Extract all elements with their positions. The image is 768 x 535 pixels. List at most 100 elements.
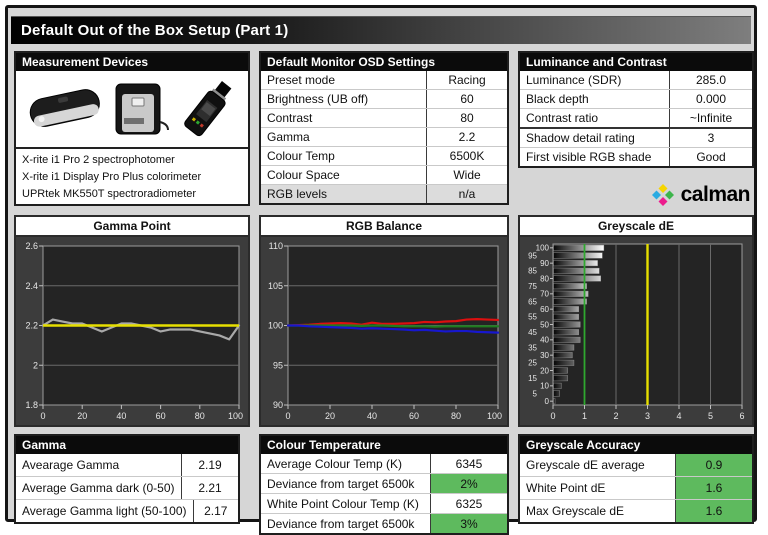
spectroradiometer-image [184, 81, 232, 137]
svg-text:10: 10 [540, 382, 549, 391]
svg-text:6: 6 [739, 411, 744, 421]
row-value: 80 [426, 109, 507, 127]
svg-text:2.4: 2.4 [25, 281, 38, 291]
svg-text:0: 0 [285, 411, 290, 421]
row-value: 1.6 [675, 500, 752, 522]
panel-measurement-devices: Measurement Devices X-rite i1 Pro 2 spec… [14, 51, 250, 206]
colorimeter-image [115, 83, 169, 135]
svg-text:60: 60 [409, 411, 419, 421]
svg-text:65: 65 [528, 297, 537, 306]
row-label: Luminance (SDR) [526, 73, 622, 87]
row-label: Shadow detail rating [526, 131, 635, 145]
chart-title-rgb: RGB Balance [261, 217, 507, 237]
table-row: White Point Colour Temp (K) 6325 [261, 493, 507, 513]
svg-text:5: 5 [708, 411, 713, 421]
row-value: 0.9 [675, 454, 752, 476]
svg-text:55: 55 [528, 313, 537, 322]
chart-plot-rgb: 90 95 100 105 110 0 20 40 60 80 100 [261, 237, 507, 425]
svg-text:40: 40 [540, 336, 549, 345]
page-title: Default Out of the Box Setup (Part 1) [11, 16, 751, 44]
panel-header-gamma: Gamma [16, 436, 238, 454]
table-row: Deviance from target 6500k 3% [261, 513, 507, 533]
chart-greyscale-de: Greyscale dE 0 1 2 3 4 5 6 0 5 10 15 20 25 30 35 40 45 50… [518, 215, 754, 427]
table-row: Colour Space Wide [261, 165, 507, 184]
svg-text:95: 95 [528, 251, 537, 260]
svg-text:15: 15 [528, 374, 537, 383]
row-value: 2.17 [192, 500, 238, 522]
panel-greyscale-accuracy: Greyscale Accuracy Greyscale dE average 0… [518, 434, 754, 524]
device-photos [16, 71, 248, 147]
row-value: Racing [426, 71, 507, 89]
chart-gamma-point: Gamma Point 1.8 2 2.2 2.4 2.6 0 20 40 60 80 100 [14, 215, 250, 427]
svg-text:25: 25 [528, 359, 537, 368]
calman-logo-text: calman [680, 183, 751, 206]
row-label: Contrast ratio [526, 111, 599, 125]
row-value: 2% [430, 474, 507, 493]
row-label: Max Greyscale dE [526, 504, 625, 518]
table-row: Luminance (SDR) 285.0 [520, 71, 752, 89]
top-row: Measurement Devices X-rite i1 Pro 2 spec… [14, 51, 754, 208]
svg-text:100: 100 [536, 244, 550, 253]
row-label: First visible RGB shade [526, 150, 652, 164]
svg-text:90: 90 [273, 400, 283, 410]
table-row: First visible RGB shade Good [520, 147, 752, 166]
svg-text:35: 35 [528, 343, 537, 352]
device-list-item: UPRtek MK550T spectroradiometer [22, 187, 197, 200]
svg-text:3: 3 [645, 411, 650, 421]
row-label: Colour Space [267, 168, 340, 182]
panel-gamma-summary: Gamma Avearage Gamma 2.19 Average Gamma da… [14, 434, 240, 524]
row-label: Gamma [267, 130, 310, 144]
svg-text:1: 1 [582, 411, 587, 421]
spectrophotometer-image [29, 89, 100, 127]
table-row: Average Gamma dark (0-50) 2.21 [16, 476, 238, 499]
row-value: 285.0 [669, 71, 752, 89]
row-value: ~Infinite [669, 109, 752, 127]
svg-text:2.6: 2.6 [25, 241, 38, 251]
device-list-item: X-rite i1 Pro 2 spectrophotomer [22, 153, 175, 166]
svg-text:0: 0 [40, 411, 45, 421]
chart-plot-gamma: 1.8 2 2.2 2.4 2.6 0 20 40 60 80 100 [16, 237, 248, 425]
svg-text:110: 110 [269, 241, 283, 251]
bottom-row: Gamma Avearage Gamma 2.19 Average Gamma da… [14, 434, 754, 535]
svg-text:5: 5 [533, 389, 538, 398]
panel-luminance-contrast: Luminance and Contrast Luminance (SDR) 28… [518, 51, 754, 168]
luminance-column: Luminance and Contrast Luminance (SDR) 28… [518, 51, 754, 208]
panel-header-luminance: Luminance and Contrast [520, 53, 752, 71]
svg-text:50: 50 [540, 320, 549, 329]
device-list-item: X-rite i1 Display Pro Plus colorimeter [22, 170, 202, 183]
row-label: Deviance from target 6500k [267, 516, 415, 531]
chart-rgb-balance: RGB Balance 90 95 100 105 110 0 20 40 60 80 100 [259, 215, 509, 427]
row-value: 3% [430, 514, 507, 533]
row-label: RGB levels [267, 187, 328, 201]
svg-text:100: 100 [268, 321, 283, 331]
chart-title-greyscale: Greyscale dE [520, 217, 752, 237]
svg-text:30: 30 [540, 351, 549, 360]
row-label: White Point Colour Temp (K) [267, 496, 419, 511]
svg-text:0: 0 [545, 397, 550, 406]
row-value: 3 [669, 129, 752, 147]
table-row: Greyscale dE average 0.9 [520, 454, 752, 476]
row-value: Good [669, 148, 752, 166]
svg-text:70: 70 [540, 290, 549, 299]
row-value: 6325 [430, 494, 507, 513]
row-value: 0.000 [669, 90, 752, 108]
row-label: Colour Temp [267, 149, 335, 163]
svg-text:40: 40 [367, 411, 377, 421]
panel-header-devices: Measurement Devices [16, 53, 248, 71]
svg-text:2: 2 [33, 360, 38, 370]
table-row: White Point dE 1.6 [520, 476, 752, 499]
svg-text:1.8: 1.8 [25, 400, 38, 410]
row-value: 6500K [426, 147, 507, 165]
svg-text:20: 20 [77, 411, 87, 421]
svg-text:0: 0 [550, 411, 555, 421]
row-label: Average Gamma dark (0-50) [22, 481, 175, 495]
panel-colour-temperature: Colour Temperature Average Colour Temp (… [259, 434, 509, 535]
svg-text:45: 45 [528, 328, 537, 337]
table-row: Max Greyscale dE 1.6 [520, 499, 752, 522]
chart-row: Gamma Point 1.8 2 2.2 2.4 2.6 0 20 40 60 80 100 RG… [14, 215, 754, 427]
row-label: Brightness (UB off) [267, 92, 369, 106]
table-row: Avearage Gamma 2.19 [16, 454, 238, 476]
svg-text:20: 20 [540, 366, 549, 375]
row-value: 1.6 [675, 477, 752, 499]
svg-text:20: 20 [325, 411, 335, 421]
